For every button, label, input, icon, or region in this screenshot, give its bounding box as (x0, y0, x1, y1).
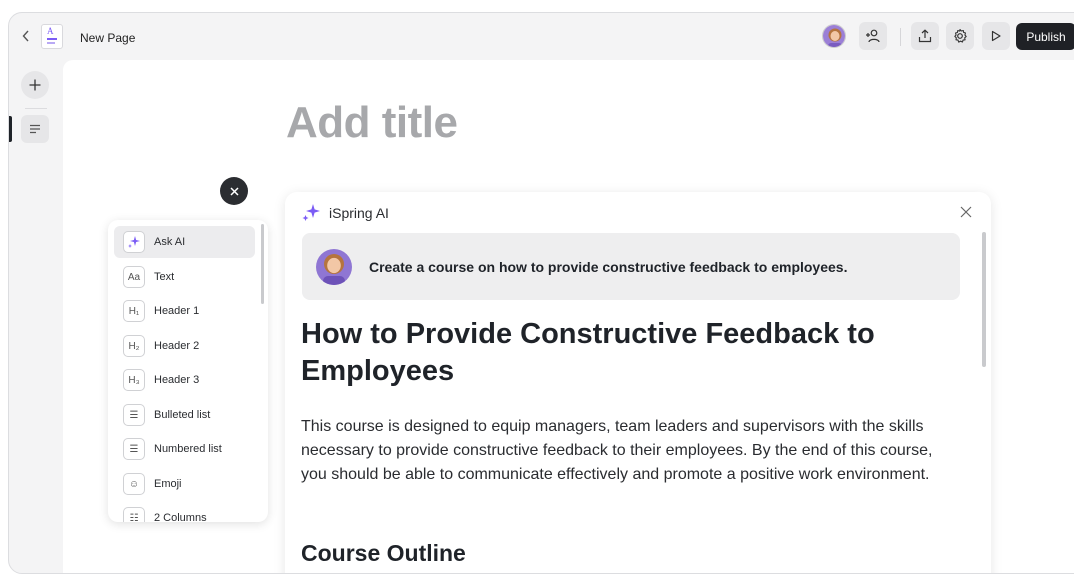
ai-panel-close-button[interactable] (958, 204, 974, 220)
numbered-list-icon: ☰ (123, 438, 145, 460)
menu-item-text[interactable]: Aa Text (114, 261, 255, 293)
avatar (316, 249, 352, 285)
generated-paragraph: This course is designed to equip manager… (301, 418, 933, 483)
document-title[interactable]: New Page (80, 31, 135, 45)
settings-button[interactable] (946, 22, 974, 50)
rail-divider (25, 108, 47, 109)
menu-item-label: 2 Columns (154, 512, 207, 522)
close-icon (960, 206, 972, 218)
page-title-input[interactable]: Add title (286, 98, 458, 148)
menu-item-emoji[interactable]: ☺ Emoji (114, 468, 255, 500)
menu-item-label: Numbered list (154, 443, 222, 455)
export-button[interactable] (911, 22, 939, 50)
back-button[interactable] (19, 27, 33, 45)
two-columns-icon: ☷ (123, 507, 145, 522)
generated-heading: How to Provide Constructive Feedback to … (301, 318, 875, 387)
menu-item-label: Header 2 (154, 340, 200, 352)
sparkle-icon (123, 231, 145, 253)
document-thumbnail: A (41, 24, 63, 49)
generated-subheading: Course Outline (301, 540, 466, 566)
menu-item-label: Ask AI (154, 236, 186, 248)
menu-item-label: Bulleted list (154, 409, 211, 421)
header-1-icon: H₁ (123, 300, 145, 322)
add-collaborator-button[interactable] (859, 22, 887, 50)
plus-icon (29, 79, 41, 91)
preview-button[interactable] (982, 22, 1010, 50)
prompt-box: Create a course on how to provide constr… (302, 233, 960, 300)
toolbar-separator (900, 28, 901, 46)
sparkle-icon (302, 204, 320, 221)
add-block-button[interactable] (21, 71, 49, 99)
prompt-text: Create a course on how to provide constr… (369, 259, 848, 275)
user-avatar[interactable] (822, 24, 846, 48)
gear-icon (954, 28, 967, 43)
menu-item-label: Text (154, 271, 175, 283)
page-canvas: Add title Ask AI Aa Text H₁ Header 1 H₂ … (63, 60, 1074, 573)
menu-item-label: Header 1 (154, 305, 200, 317)
menu-item-two-columns[interactable]: ☷ 2 Columns (114, 502, 255, 522)
ai-panel-title: iSpring AI (329, 205, 389, 221)
emoji-icon: ☺ (123, 473, 145, 495)
chevron-left-icon (22, 30, 29, 42)
menu-item-header-2[interactable]: H₂ Header 2 (114, 330, 255, 362)
avatar-image (823, 25, 845, 47)
outline-button[interactable] (21, 115, 49, 143)
doc-thumb-letter: A (47, 26, 54, 36)
menu-item-numbered-list[interactable]: ☰ Numbered list (114, 433, 255, 465)
close-icon (229, 186, 239, 196)
menu-item-label: Emoji (154, 478, 182, 490)
menu-item-ask-ai[interactable]: Ask AI (114, 226, 255, 258)
bulleted-list-icon: ☰ (123, 404, 145, 426)
top-bar: A New Page Publish (9, 13, 1074, 61)
play-icon (991, 30, 1001, 42)
ai-panel: iSpring AI Create a course on how to pro… (285, 192, 991, 573)
menu-item-header-1[interactable]: H₁ Header 1 (114, 295, 255, 327)
add-user-icon (866, 29, 880, 43)
menu-item-header-3[interactable]: H₃ Header 3 (114, 364, 255, 396)
header-2-icon: H₂ (123, 335, 145, 357)
ai-panel-scrollbar[interactable] (982, 232, 986, 367)
menu-scrollbar[interactable] (261, 224, 264, 304)
block-menu: Ask AI Aa Text H₁ Header 1 H₂ Header 2 H… (108, 220, 268, 522)
active-indicator (9, 116, 12, 142)
outline-icon (30, 124, 40, 134)
publish-button[interactable]: Publish (1016, 23, 1074, 50)
app-window: A New Page Publish Add title Ask AI Aa T… (8, 12, 1074, 574)
close-menu-button[interactable] (220, 177, 248, 205)
upload-icon (918, 29, 932, 43)
header-3-icon: H₃ (123, 369, 145, 391)
menu-item-bulleted-list[interactable]: ☰ Bulleted list (114, 399, 255, 431)
text-icon: Aa (123, 266, 145, 288)
menu-item-label: Header 3 (154, 374, 200, 386)
